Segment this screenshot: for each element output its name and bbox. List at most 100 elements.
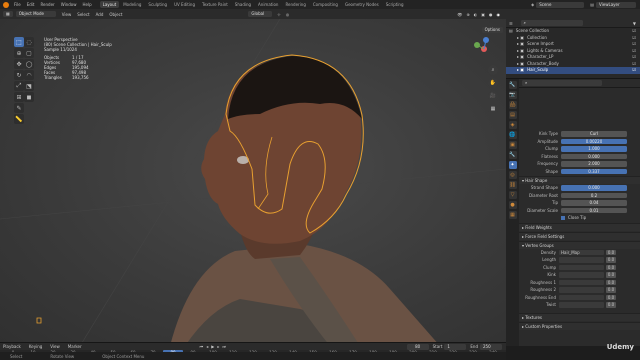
tab-geometry-nodes[interactable]: Geometry Nodes (342, 1, 382, 8)
viewport-menu-add[interactable]: Add (96, 12, 104, 17)
property-field[interactable]: 2.000 (561, 161, 627, 167)
modifier-tab-icon[interactable]: 🔧 (508, 151, 517, 159)
tab-sculpting[interactable]: Sculpting (145, 1, 170, 8)
menu-item-render[interactable]: Render (40, 2, 54, 7)
hair-shape-section[interactable]: ▾ Hair Shape (519, 176, 640, 184)
vertex-groups-section[interactable]: ▾ Vertex Groups (519, 240, 640, 249)
tab-compositing[interactable]: Compositing (310, 1, 341, 8)
lasso-tool[interactable]: ◠ (24, 70, 34, 80)
vertex-group-field[interactable] (559, 302, 604, 308)
xray-icon[interactable]: ▣ (481, 12, 485, 17)
blender-logo-icon[interactable] (3, 1, 9, 8)
vertex-group-field[interactable]: Hair_Map (559, 249, 604, 255)
scale-tool[interactable]: ⤢ (14, 81, 24, 91)
vertex-group-field[interactable] (559, 294, 604, 300)
particles-tab-icon[interactable]: ✦ (508, 161, 517, 169)
options-button[interactable]: Options (481, 27, 503, 33)
shading-rendered-icon[interactable]: ◉ (497, 12, 501, 17)
tab-uv-editing[interactable]: UV Editing (171, 1, 198, 8)
texture-tab-icon[interactable]: ▦ (508, 211, 517, 219)
play-icon[interactable]: ▶ (211, 344, 214, 349)
outliner-item[interactable]: ▸ ▣ Hair_Sculp ☑ (506, 67, 640, 74)
panel-section[interactable]: ▸ Force Field Settings (519, 231, 640, 240)
property-field[interactable]: 0.00220 (561, 138, 627, 144)
menu-item-window[interactable]: Window (61, 2, 77, 7)
property-field[interactable]: 0.000 (561, 185, 627, 191)
vertex-group-value[interactable]: 0.0 (606, 249, 616, 255)
start-frame-field[interactable]: 1 (444, 343, 467, 350)
property-field[interactable]: 0.01 (561, 207, 627, 213)
3d-viewport[interactable]: ⬚ ⊕ ✥ ↻ ⤢ ⊞ ✎ 📏 ◌ ▢ ◯ ◠ ⬔ ◼ User Perspec… (0, 19, 506, 346)
vertex-group-field[interactable] (559, 279, 604, 285)
zoom-icon[interactable]: ⌕ (488, 65, 498, 75)
vertex-group-field[interactable] (559, 257, 604, 263)
render-tab-icon[interactable]: 📷 (508, 91, 517, 99)
tweak-tool[interactable]: ◌ (24, 37, 34, 47)
shading-solid-icon[interactable]: ● (489, 12, 493, 17)
panel-section[interactable]: ▸ Textures (519, 312, 640, 321)
property-field[interactable]: Curl (561, 131, 627, 137)
mode-selector[interactable]: Object Mode (15, 11, 56, 17)
panel-section[interactable]: ▸ Custom Properties (519, 321, 640, 330)
camera-view-icon[interactable]: 🎥 (488, 91, 498, 101)
timeline-menu-playback[interactable]: Playback (3, 344, 21, 349)
vertex-group-value[interactable]: 0.0 (606, 294, 616, 300)
tab-shading[interactable]: Shading (232, 1, 254, 8)
proportional-icon[interactable]: ◎ (286, 12, 290, 17)
view-layer-tab-icon[interactable]: ▤ (508, 111, 517, 119)
tab-layout[interactable]: Layout (99, 1, 120, 8)
timeline-menu-marker[interactable]: Marker (68, 344, 82, 349)
panel-section[interactable]: ▸ Field Weights (519, 222, 640, 231)
scale-cage-tool[interactable]: ⬔ (24, 81, 34, 91)
gizmo-icon[interactable]: ⊕ (466, 12, 469, 17)
add-cube-tool[interactable]: ◼ (24, 92, 34, 102)
property-field[interactable]: 0.04 (561, 200, 627, 206)
next-key-icon[interactable]: ▸ (217, 344, 219, 349)
perspective-toggle-icon[interactable]: ▦ (488, 104, 498, 114)
measure-tool[interactable]: 📏 (14, 114, 24, 124)
circle-select-tool[interactable]: ◯ (24, 59, 34, 69)
properties-search-input[interactable]: ⌕ (522, 80, 602, 86)
menu-item-edit[interactable]: Edit (27, 2, 35, 7)
visibility-icon[interactable]: 👁 (457, 12, 462, 17)
select-box-tool[interactable]: ⬚ (14, 37, 24, 47)
overlay-icon[interactable]: ◐ (474, 12, 478, 17)
tab-modeling[interactable]: Modeling (120, 1, 144, 8)
tab-animation[interactable]: Animation (255, 1, 281, 8)
vertex-group-field[interactable] (559, 287, 604, 293)
snap-icon[interactable]: ⊹ (277, 12, 280, 17)
tab-scripting[interactable]: Scripting (383, 1, 407, 8)
timeline-menu-keying[interactable]: Keying (29, 344, 42, 349)
property-field[interactable]: 0.337 (561, 168, 627, 174)
scene-tab-icon[interactable]: ◈ (508, 121, 517, 129)
vertex-group-value[interactable]: 0.0 (606, 279, 616, 285)
vertex-group-value[interactable]: 0.0 (606, 264, 616, 270)
vertex-group-field[interactable] (559, 264, 604, 270)
vertex-group-value[interactable]: 0.0 (606, 287, 616, 293)
end-frame-field[interactable]: 250 (480, 343, 502, 350)
current-frame-field[interactable]: 80 (406, 343, 429, 350)
tab-rendering[interactable]: Rendering (282, 1, 308, 8)
viewport-menu-view[interactable]: View (62, 12, 72, 17)
object-tab-icon[interactable]: ▣ (508, 141, 517, 149)
rotate-tool[interactable]: ↻ (14, 70, 24, 80)
material-tab-icon[interactable]: ● (508, 201, 517, 209)
viewport-menu-select[interactable]: Select (77, 12, 89, 17)
close-tip-checkbox[interactable] (561, 215, 565, 220)
vertex-group-value[interactable]: 0.0 (606, 302, 616, 308)
constraints-tab-icon[interactable]: ⛓ (508, 181, 517, 189)
pan-icon[interactable]: ✋ (488, 78, 498, 88)
menu-item-file[interactable]: File (14, 2, 21, 7)
jump-start-icon[interactable]: ⏮ (200, 344, 204, 349)
vertex-group-value[interactable]: 0.0 (606, 257, 616, 263)
property-field[interactable]: 0.000 (561, 153, 627, 159)
data-tab-icon[interactable]: ▽ (508, 191, 517, 199)
tab-texture-paint[interactable]: Texture Paint (199, 1, 231, 8)
timeline-menu-view[interactable]: View (50, 344, 60, 349)
physics-tab-icon[interactable]: ◎ (508, 171, 517, 179)
menu-item-help[interactable]: Help (82, 2, 91, 7)
vertex-group-field[interactable] (559, 272, 604, 278)
outliner-editor-icon[interactable]: ☰ (509, 21, 513, 26)
filter-icon[interactable]: ▼ (633, 21, 636, 26)
editor-type-button[interactable]: ▦ (3, 11, 13, 17)
